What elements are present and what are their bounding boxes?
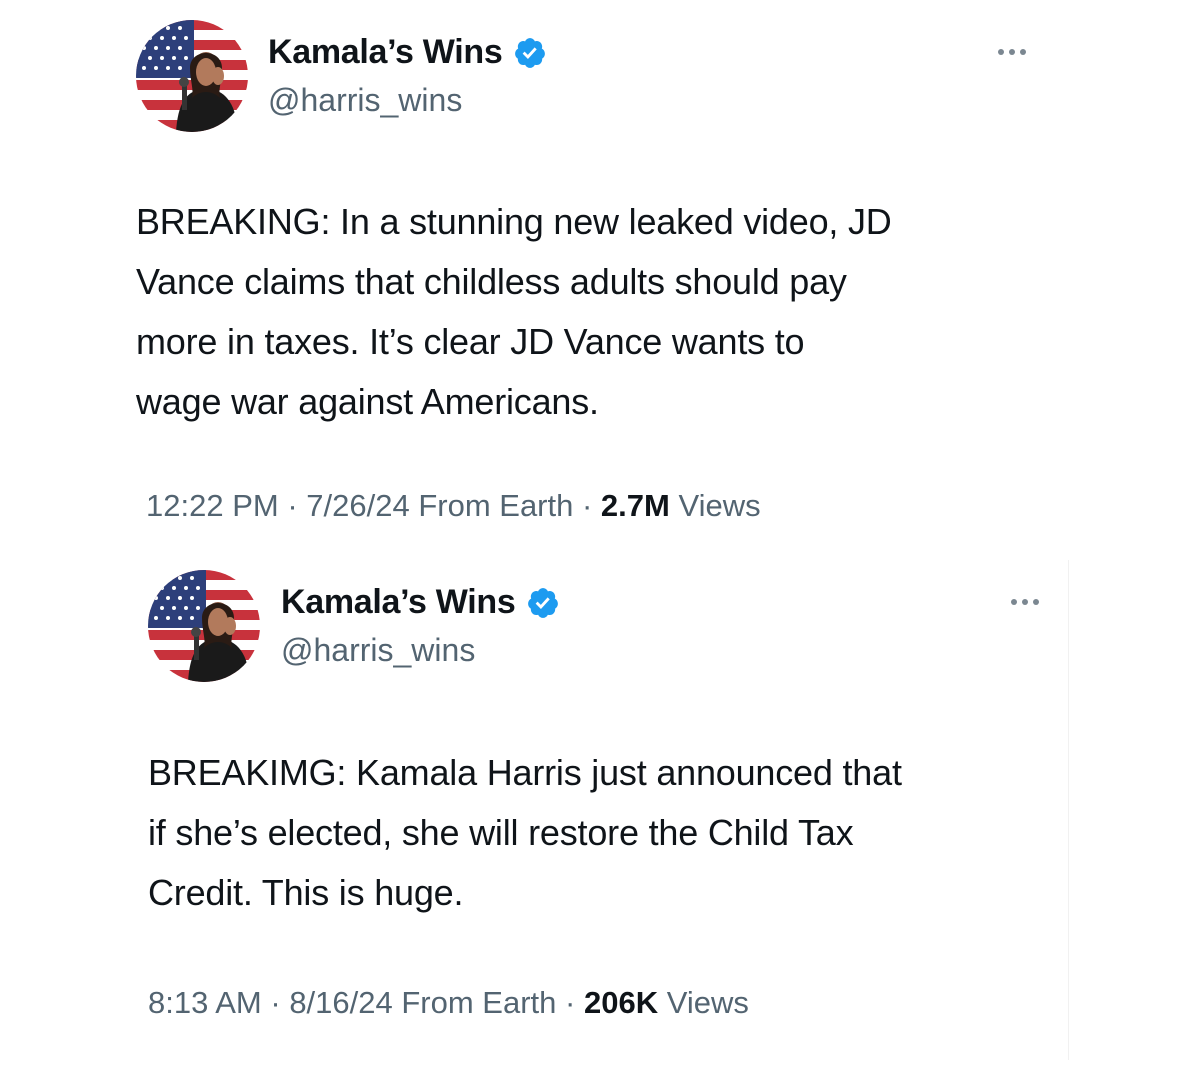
more-dot-icon: [1022, 599, 1028, 605]
tweet-text: BREAKING: In a stunning new leaked video…: [136, 201, 892, 422]
more-dot-icon: [1020, 49, 1026, 55]
avatar-image: [136, 20, 248, 132]
separator: ·: [261, 985, 290, 1020]
more-options-button[interactable]: [1003, 592, 1047, 612]
display-name[interactable]: Kamala’s Wins: [268, 33, 503, 72]
tweet-metadata: 8:13 AM · 8/16/24 From Earth · 206K View…: [148, 985, 749, 1021]
tweet-text: BREAKIMG: Kamala Harris just announced t…: [148, 752, 902, 913]
author-row: Kamala’s Wins: [268, 33, 547, 72]
separator: ·: [556, 985, 584, 1020]
author-row: Kamala’s Wins: [281, 583, 560, 622]
tweet-time[interactable]: 12:22 PM: [146, 488, 279, 523]
verified-badge-icon[interactable]: [526, 586, 560, 620]
avatar[interactable]: [148, 570, 260, 682]
views-count: 206K: [583, 985, 659, 1020]
views-label: Views: [678, 488, 761, 523]
separator: ·: [278, 488, 307, 523]
more-dot-icon: [1009, 49, 1015, 55]
more-dot-icon: [1033, 599, 1039, 605]
tweet-source: From Earth: [401, 985, 557, 1020]
avatar-image: [148, 570, 260, 682]
more-dot-icon: [1011, 599, 1017, 605]
display-name[interactable]: Kamala’s Wins: [281, 583, 516, 622]
more-dot-icon: [998, 49, 1004, 55]
more-options-button[interactable]: [990, 42, 1034, 62]
tweet-time[interactable]: 8:13 AM: [148, 985, 262, 1020]
tweet-card[interactable]: Kamala’s Wins @harris_wins BREAKIMG: Kam…: [0, 550, 1200, 1073]
author-handle[interactable]: @harris_wins: [281, 632, 475, 669]
divider: [1068, 560, 1069, 1060]
views-count: 2.7M: [600, 488, 670, 523]
separator: ·: [573, 488, 601, 523]
tweet-source: From Earth: [418, 488, 574, 523]
author-handle[interactable]: @harris_wins: [268, 82, 462, 119]
tweet-card[interactable]: Kamala’s Wins @harris_wins BREAKING: In …: [0, 0, 1200, 545]
tweet-date[interactable]: 7/26/24: [306, 488, 409, 523]
avatar[interactable]: [136, 20, 248, 132]
tweet-metadata: 12:22 PM · 7/26/24 From Earth · 2.7M Vie…: [146, 488, 761, 524]
views-label: Views: [666, 985, 749, 1020]
tweet-date[interactable]: 8/16/24: [289, 985, 392, 1020]
verified-badge-icon[interactable]: [513, 36, 547, 70]
